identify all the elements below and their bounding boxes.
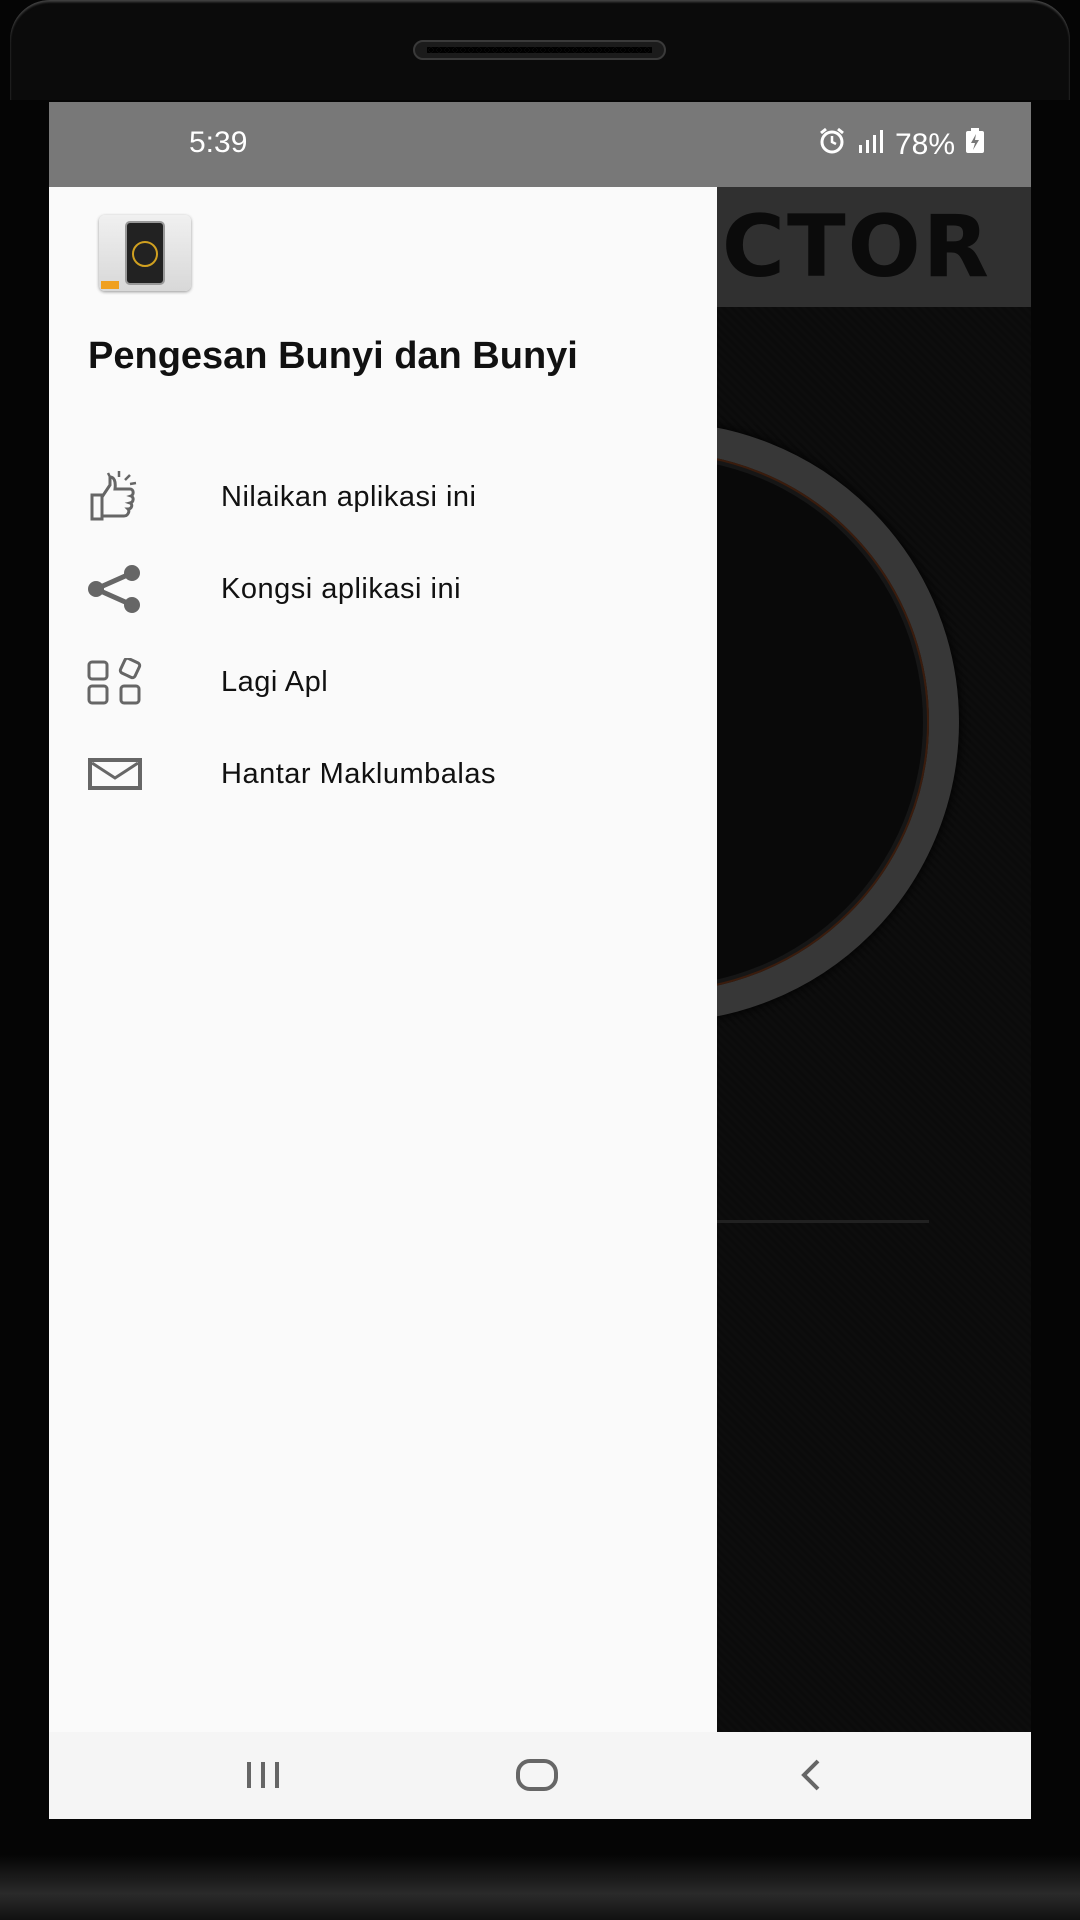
menu-item-label: Nilaikan aplikasi ini [221, 480, 477, 513]
menu-item-label: Hantar Maklumbalas [221, 757, 496, 790]
thumbs-up-icon [85, 467, 145, 527]
phone-frame: 5:39 78% CTOR ir [0, 0, 1080, 1920]
drawer-title: Pengesan Bunyi dan Bunyi [88, 335, 578, 377]
back-icon[interactable] [781, 1750, 841, 1800]
menu-item-label: Kongsi aplikasi ini [221, 572, 462, 605]
signal-icon [857, 127, 885, 163]
alarm-icon [817, 126, 847, 164]
phone-frame-bottom [0, 1855, 1080, 1920]
menu-item-share[interactable]: Kongsi aplikasi ini [49, 549, 717, 629]
home-icon[interactable] [507, 1750, 567, 1800]
mail-icon [85, 744, 145, 804]
menu-item-more-apps[interactable]: Lagi Apl [49, 642, 717, 722]
screen: 5:39 78% CTOR ir [49, 102, 1031, 1819]
battery-percent: 78% [894, 128, 955, 161]
recent-apps-icon[interactable] [233, 1750, 293, 1800]
status-time: 5:39 [189, 126, 248, 159]
status-icons: 78% [817, 126, 985, 164]
menu-item-feedback[interactable]: Hantar Maklumbalas [49, 734, 717, 814]
menu-item-label: Lagi Apl [221, 665, 329, 698]
system-nav-bar [49, 1732, 1031, 1819]
menu-item-rate[interactable]: Nilaikan aplikasi ini [49, 457, 717, 537]
share-icon [85, 559, 145, 619]
earpiece-speaker [413, 40, 666, 60]
navigation-drawer: Pengesan Bunyi dan Bunyi Nilaikan aplika… [49, 187, 717, 1732]
apps-icon [85, 652, 145, 712]
status-bar: 5:39 78% [49, 102, 1031, 187]
battery-charging-icon [965, 128, 985, 162]
app-logo [99, 215, 191, 291]
